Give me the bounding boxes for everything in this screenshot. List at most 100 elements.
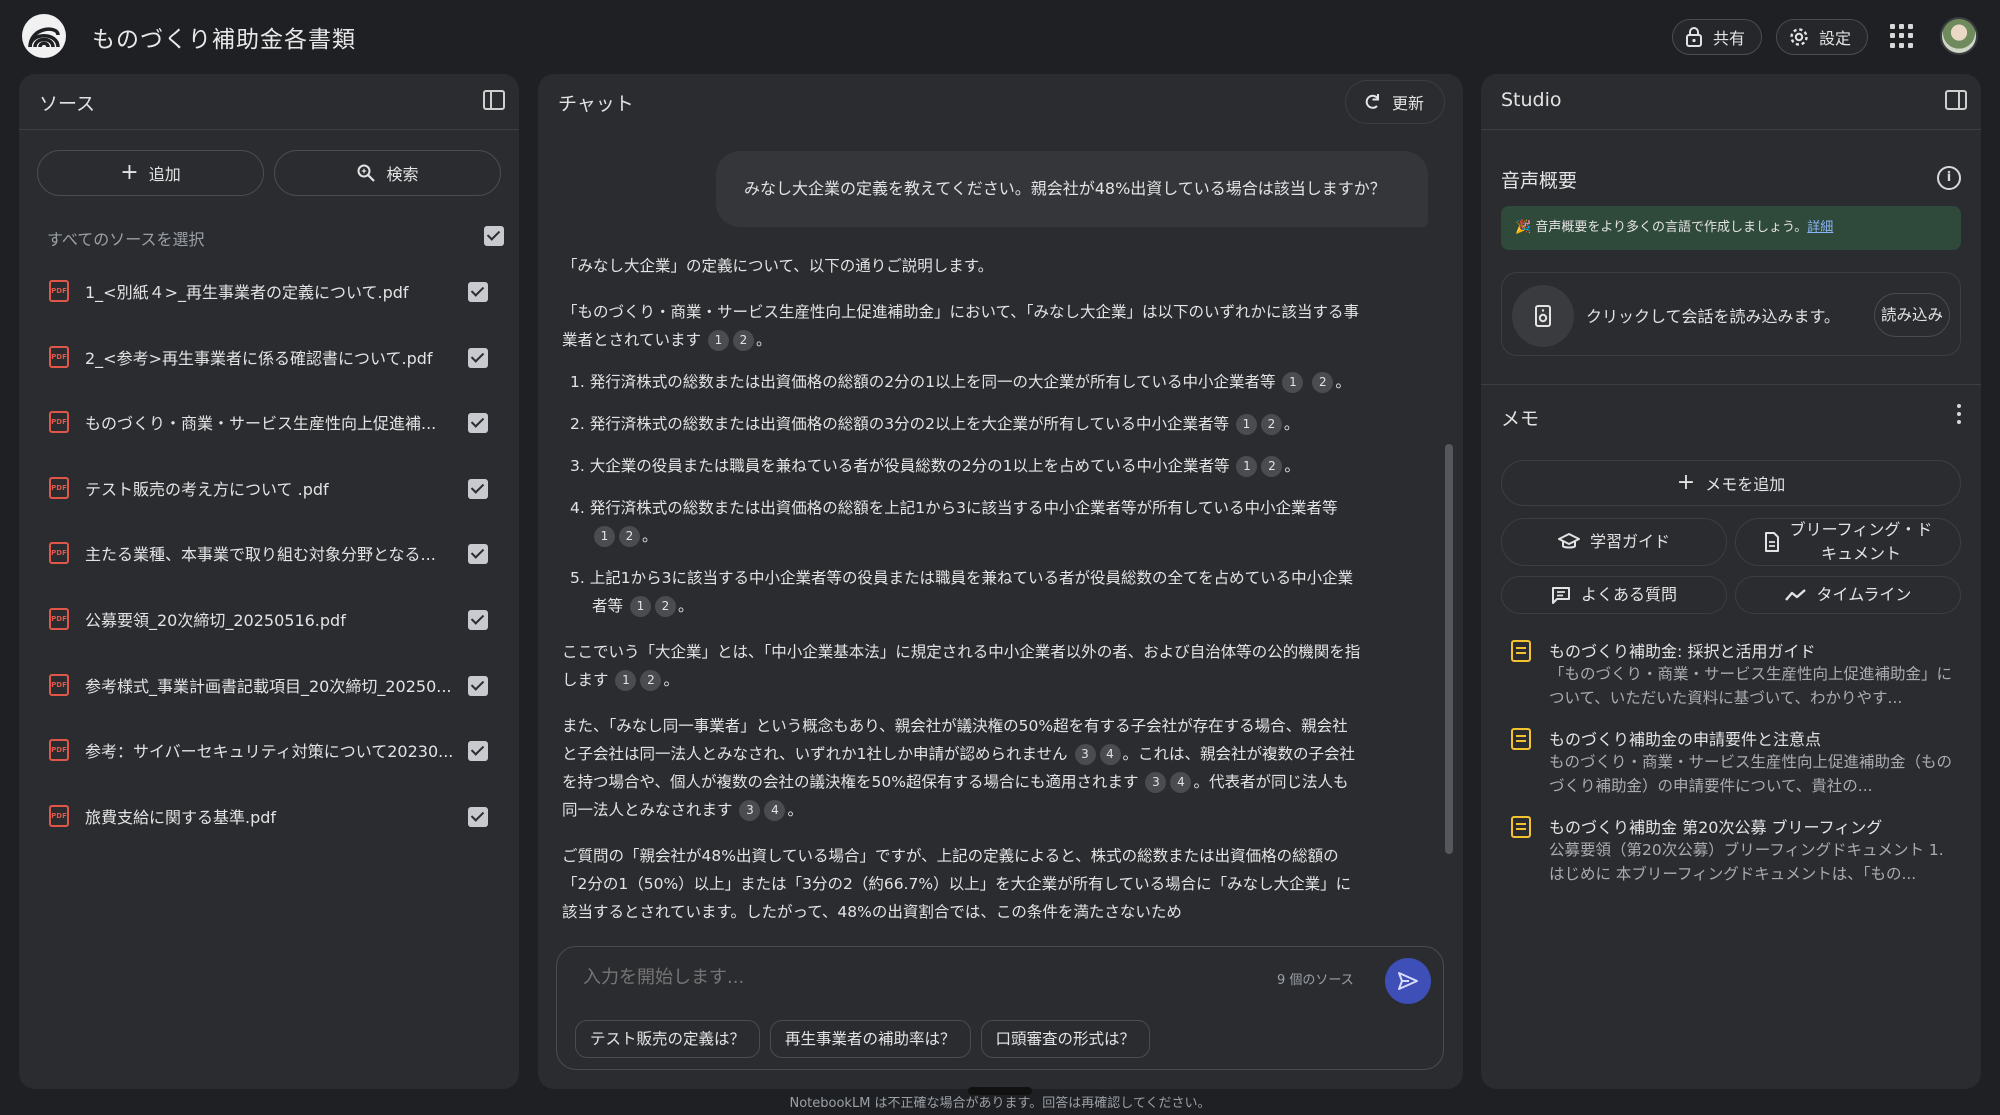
chat-header: チャット 更新 <box>538 74 1463 130</box>
suggestion-chip[interactable]: 再生事業者の補助率は？ <box>770 1020 971 1058</box>
citation-badge[interactable]: 3 <box>1145 772 1167 793</box>
chat-scrollbar[interactable] <box>1445 444 1453 854</box>
add-memo-label: メモを追加 <box>1705 475 1786 494</box>
timeline-icon <box>1784 589 1806 601</box>
citation-badge[interactable]: 4 <box>1170 772 1192 793</box>
suggestion-chip[interactable]: テスト販売の定義は？ <box>575 1020 761 1058</box>
citation-badge[interactable]: 2 <box>619 526 640 547</box>
citation-badge[interactable]: 1 <box>594 526 615 547</box>
source-label: 公募要領_20次締切_20250516.pdf <box>85 610 346 630</box>
document-icon <box>1764 532 1779 552</box>
source-item[interactable]: PDF 2_<参考>再生事業者に係る確認書について.pdf <box>19 334 519 400</box>
source-checkbox[interactable] <box>468 413 488 434</box>
source-item[interactable]: PDF 公募要領_20次締切_20250516.pdf <box>19 596 519 662</box>
citation-badge[interactable]: 2 <box>640 670 662 691</box>
source-checkbox[interactable] <box>468 282 488 302</box>
load-audio-button[interactable]: 読み込み <box>1874 293 1950 337</box>
citation-badge[interactable]: 1 <box>629 596 651 617</box>
note-item[interactable]: ものづくり補助金の申請要件と注意点 ものづくり・商業・サービス生産性向上促進補助… <box>1511 726 1961 798</box>
citation-badge[interactable]: 1 <box>1282 372 1304 393</box>
select-all-label: すべてのソースを選択 <box>47 230 205 249</box>
citation-badge[interactable]: 2 <box>1261 456 1283 477</box>
banner-text: 🎉 音声概要をより多くの言語で作成しましょう。 <box>1515 220 1808 235</box>
answer-paragraph: また、「みなし同一事業者」という概念もあり、親会社が議決権の50%超を有する子会… <box>562 717 1356 821</box>
settings-button[interactable]: 設定 <box>1776 19 1869 55</box>
studio-title: Studio <box>1501 89 1562 111</box>
briefing-doc-button[interactable]: ブリーフィング・ド キュメント <box>1735 518 1961 566</box>
citation-badge[interactable]: 4 <box>764 800 786 821</box>
source-count: 9 個のソース <box>1277 973 1354 988</box>
discover-sources-button[interactable]: 検索 <box>274 150 501 196</box>
note-item[interactable]: ものづくり補助金: 採択と活用ガイド 「ものづくり・商業・サービス生産性向上促進… <box>1511 638 1961 710</box>
source-checkbox[interactable] <box>468 675 488 696</box>
note-title: ものづくり補助金: 採択と活用ガイド <box>1549 642 1816 661</box>
study-guide-button[interactable]: 学習ガイド <box>1501 518 1727 566</box>
source-checkbox[interactable] <box>468 478 488 499</box>
source-label: 主たる業種、本事業で取り組む対象分野となる... <box>85 545 436 565</box>
source-item[interactable]: PDF 主たる業種、本事業で取り組む対象分野となる... <box>19 530 519 596</box>
faq-button[interactable]: よくある質問 <box>1501 576 1727 614</box>
info-icon[interactable]: i <box>1937 166 1961 190</box>
select-all-sources[interactable]: すべてのソースを選択 <box>47 226 507 250</box>
source-label: 2_<参考>再生事業者に係る確認書について.pdf <box>85 348 433 368</box>
timeline-button[interactable]: タイムライン <box>1735 576 1961 614</box>
citation-badge[interactable]: 1 <box>615 670 637 691</box>
audio-card-text: クリックして会話を読み込みます。 <box>1586 307 1840 326</box>
share-button[interactable]: 共有 <box>1672 19 1763 55</box>
source-checkbox[interactable] <box>468 741 488 762</box>
user-message: みなし大企業の定義を教えてください。親会社が48%出資している場合は該当しますか… <box>716 151 1428 227</box>
refresh-icon <box>1365 94 1379 109</box>
citation-badge[interactable]: 2 <box>1312 372 1334 393</box>
more-options-icon[interactable] <box>1957 404 1961 428</box>
add-source-button[interactable]: + 追加 <box>37 150 264 196</box>
answer-paragraph: ここでいう「大企業」とは、「中小企業基本法」に規定される中小企業者以外の者、およ… <box>562 643 1361 691</box>
avatar[interactable] <box>1940 17 1978 55</box>
settings-label: 設定 <box>1819 29 1852 48</box>
citation-badge[interactable]: 1 <box>1235 414 1257 435</box>
notebooklm-logo-icon[interactable] <box>22 14 66 58</box>
note-item[interactable]: ものづくり補助金 第20次公募 ブリーフィング 公募要領（第20次公募）ブリーフ… <box>1511 814 1961 886</box>
source-item[interactable]: PDF ものづくり・商業・サービス生産性向上促進補... <box>19 399 519 465</box>
suggestion-chip[interactable]: 口頭審査の形式は？ <box>980 1020 1151 1058</box>
source-checkbox[interactable] <box>468 609 488 630</box>
suggestion-chips: テスト販売の定義は？ 再生事業者の補助率は？ 口頭審査の形式は？ <box>575 1020 1151 1058</box>
pdf-icon: PDF <box>49 804 69 827</box>
source-checkbox[interactable] <box>468 347 488 368</box>
note-icon <box>1511 640 1531 662</box>
source-checkbox[interactable] <box>468 806 488 827</box>
audio-device-icon <box>1512 285 1574 347</box>
divider <box>1481 384 1981 385</box>
add-memo-button[interactable]: + メモを追加 <box>1501 460 1961 506</box>
collapse-panel-icon[interactable] <box>1945 90 1967 110</box>
select-all-checkbox[interactable] <box>484 226 504 246</box>
citation-badge[interactable]: 2 <box>654 596 676 617</box>
collapse-panel-icon[interactable] <box>483 90 505 110</box>
send-button[interactable] <box>1385 958 1431 1004</box>
study-guide-label: 学習ガイド <box>1589 532 1670 551</box>
chat-input[interactable] <box>583 967 1183 988</box>
notebook-title[interactable]: ものづくり補助金各書類 <box>92 20 356 54</box>
citation-badge[interactable]: 2 <box>732 330 754 351</box>
source-item[interactable]: PDF 旅費支給に関する基準.pdf <box>19 793 519 859</box>
citation-badge[interactable]: 4 <box>1099 744 1121 765</box>
source-item[interactable]: PDF 参考：サイバーセキュリティ対策について20230... <box>19 727 519 793</box>
send-icon <box>1398 972 1418 990</box>
answer-paragraph: 「みなし大企業」の定義について、以下の通りご説明します。 <box>562 257 994 275</box>
audio-overview-card[interactable]: クリックして会話を読み込みます。 読み込み <box>1501 272 1961 356</box>
source-item[interactable]: PDF テスト販売の考え方について .pdf <box>19 465 519 531</box>
sources-title: ソース <box>39 93 96 115</box>
note-icon <box>1511 728 1531 750</box>
banner-link[interactable]: 詳細 <box>1807 220 1833 235</box>
citation-badge[interactable]: 2 <box>1260 414 1282 435</box>
apps-grid-icon[interactable] <box>1890 24 1914 48</box>
source-label: 参考：サイバーセキュリティ対策について20230... <box>85 742 454 762</box>
refresh-button[interactable]: 更新 <box>1344 80 1445 124</box>
pdf-icon: PDF <box>49 476 69 499</box>
citation-badge[interactable]: 1 <box>1236 456 1258 477</box>
citation-badge[interactable]: 3 <box>739 800 761 821</box>
citation-badge[interactable]: 3 <box>1074 744 1096 765</box>
source-item[interactable]: PDF 参考様式_事業計画書記載項目_20次締切_20250... <box>19 662 519 728</box>
source-item[interactable]: PDF 1_<別紙４>_再生事業者の定義について.pdf <box>19 268 519 334</box>
source-checkbox[interactable] <box>468 544 488 565</box>
citation-badge[interactable]: 1 <box>707 330 729 351</box>
